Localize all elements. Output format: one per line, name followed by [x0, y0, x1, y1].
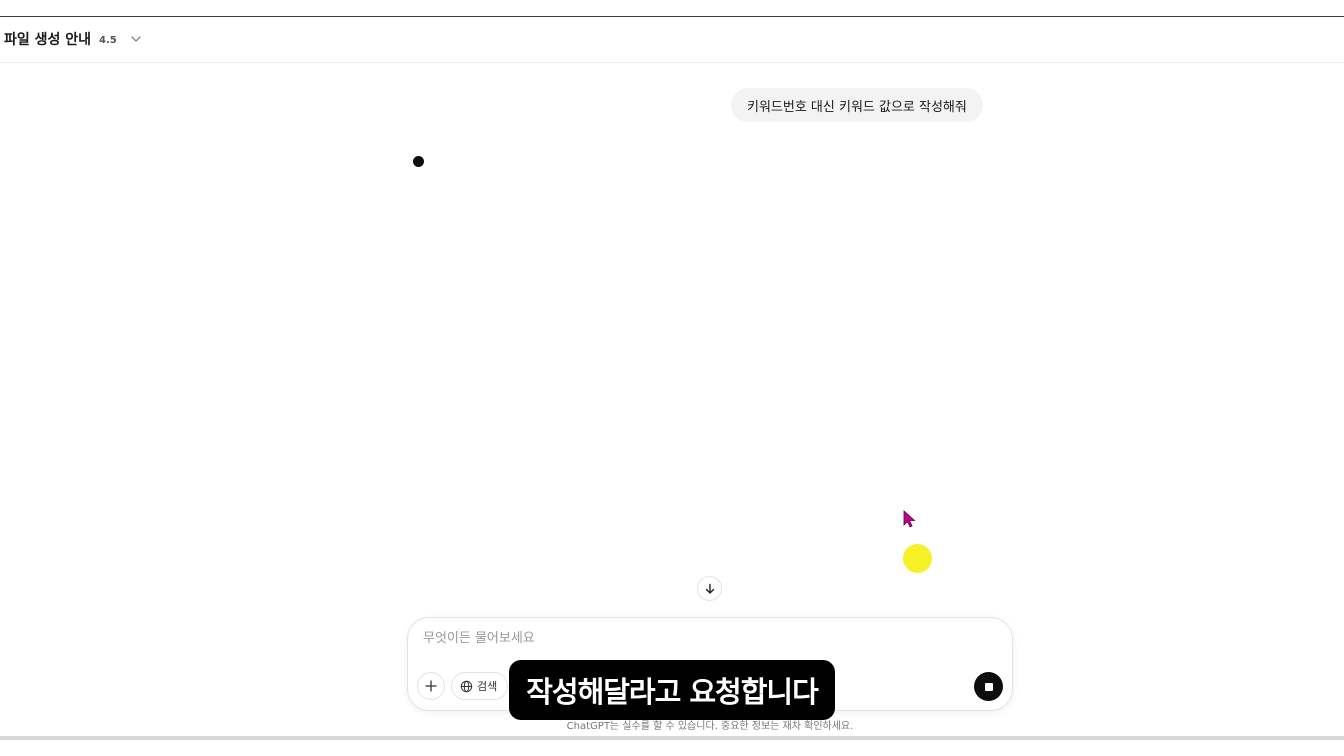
mouse-cursor-icon: [903, 510, 916, 528]
chat-title: / 파일 생성 안내: [0, 32, 92, 48]
chat-page: / 파일 생성 안내 4.5 키워드번호 대신 키워드 값으로 작성해줘 무엇이…: [0, 0, 1344, 756]
prompt-input[interactable]: [421, 627, 985, 649]
plus-icon: [425, 680, 437, 692]
video-caption: 작성해달라고 요청합니다: [509, 660, 835, 720]
model-selector[interactable]: / 파일 생성 안내 4.5: [0, 29, 143, 49]
bottom-divider: [0, 736, 1344, 740]
model-version: 4.5: [99, 35, 117, 46]
loading-indicator: [413, 156, 424, 167]
user-message-bubble: 키워드번호 대신 키워드 값으로 작성해줘: [731, 88, 983, 122]
chat-header: / 파일 생성 안내 4.5: [0, 17, 1344, 63]
scroll-to-bottom-button[interactable]: [697, 576, 722, 601]
stop-icon: [984, 682, 993, 691]
globe-icon: [460, 680, 473, 692]
search-label: 검색: [477, 680, 498, 693]
attach-button[interactable]: [417, 672, 445, 700]
arrow-down-icon: [705, 583, 714, 594]
search-button[interactable]: 검색: [451, 672, 509, 700]
chevron-down-icon: [131, 36, 141, 42]
click-highlight: [903, 544, 932, 573]
stop-generating-button[interactable]: [974, 672, 1003, 701]
